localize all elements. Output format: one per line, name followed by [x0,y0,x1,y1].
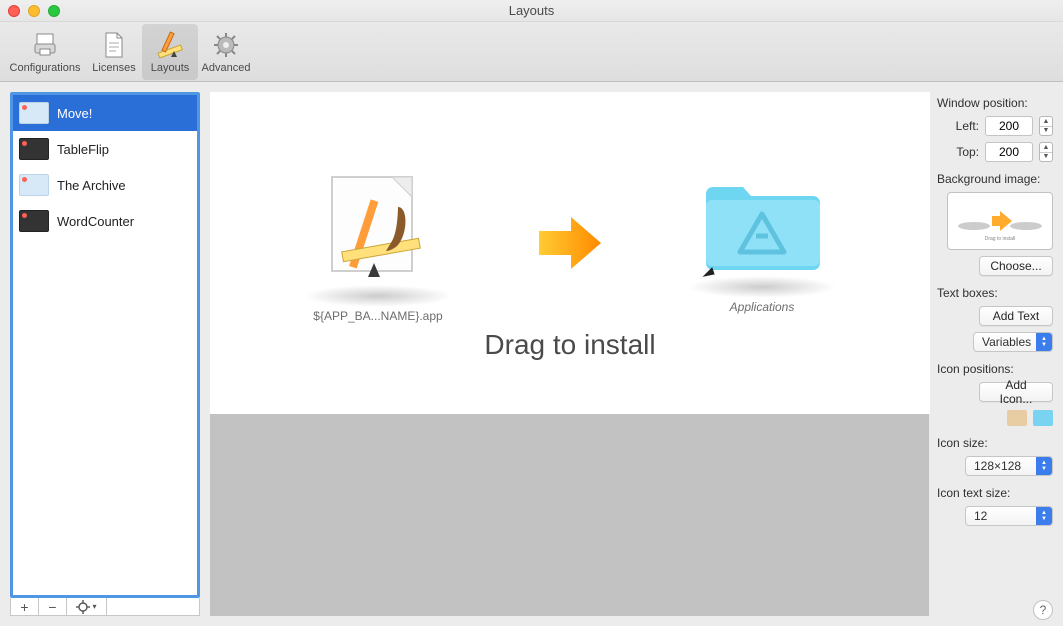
toolbar-label: Layouts [151,62,190,74]
document-icon [99,30,129,60]
layout-actions-menu[interactable]: ▾ [67,598,107,615]
generic-app-icon [314,163,442,291]
background-image-label: Background image: [937,172,1053,186]
icon-size-popup[interactable]: 128×128 [965,456,1053,476]
layout-thumb-icon [19,102,49,124]
titlebar: Layouts [0,0,1063,22]
left-label: Left: [956,119,979,133]
layout-list[interactable]: Move! TableFlip The Archive WordCounter [10,92,200,598]
window-title: Layouts [509,3,555,18]
text-boxes-label: Text boxes: [937,286,1053,300]
toolbar-layouts[interactable]: Layouts [142,24,198,80]
variables-popup-label: Variables [982,335,1031,349]
toolbar: Configurations Licenses Layouts Advanced [0,22,1063,82]
remove-layout-button[interactable]: − [39,598,67,615]
sidebar-footer-spacer [107,598,199,615]
add-layout-button[interactable]: + [11,598,39,615]
drag-to-install-text: Drag to install [484,329,655,361]
icon-size-label: Icon size: [937,436,1053,450]
toolbar-label: Licenses [92,62,135,74]
zoom-window-button[interactable] [48,5,60,17]
help-button[interactable]: ? [1033,600,1053,620]
applications-folder-icon [698,172,826,282]
left-stepper[interactable]: ▲▼ [1039,116,1053,136]
icon-positions-label: Icon positions: [937,362,1053,376]
shadow [687,276,837,298]
background-image-well[interactable]: Drag to install [947,192,1053,250]
list-item[interactable]: TableFlip [13,131,197,167]
list-item-label: Move! [57,106,92,121]
close-window-button[interactable] [8,5,20,17]
gear-icon [211,30,241,60]
list-item[interactable]: Move! [13,95,197,131]
app-filename-label: ${APP_BA...NAME}.app [313,309,442,323]
layout-canvas[interactable]: ${APP_BA...NAME}.app Applications [210,92,930,414]
background-thumb-icon: Drag to install [950,196,1050,246]
icon-text-size-value: 12 [974,509,987,523]
left-input[interactable] [985,116,1033,136]
popup-arrows-icon [1036,457,1052,475]
sidebar: Move! TableFlip The Archive WordCounter … [10,92,200,616]
inspector-panel: Window position: Left: ▲▼ Top: ▲▼ Backgr… [933,82,1063,626]
toolbar-configurations[interactable]: Configurations [4,24,86,80]
toolbar-advanced[interactable]: Advanced [198,24,254,80]
layout-thumb-icon [19,138,49,160]
window-position-label: Window position: [937,96,1053,110]
app-mini-icon[interactable] [1007,410,1027,426]
apps-mini-icon[interactable] [1033,410,1053,426]
variables-popup[interactable]: Variables [973,332,1053,352]
add-icon-button[interactable]: Add Icon... [979,382,1053,402]
add-text-button[interactable]: Add Text [979,306,1053,326]
shadow [303,285,453,307]
main-area: Move! TableFlip The Archive WordCounter … [0,82,1063,626]
gear-icon [76,600,90,614]
arrow-right-icon [533,211,607,275]
list-item-label: The Archive [57,178,126,193]
toolbar-licenses[interactable]: Licenses [86,24,142,80]
applications-label: Applications [730,300,795,314]
top-stepper[interactable]: ▲▼ [1039,142,1053,162]
top-input[interactable] [985,142,1033,162]
printer-icon [30,30,60,60]
choose-background-button[interactable]: Choose... [979,256,1053,276]
layout-thumb-icon [19,210,49,232]
icon-size-value: 128×128 [974,459,1021,473]
ruler-pencil-icon [155,30,185,60]
sidebar-footer: + − ▾ [10,598,200,616]
app-icon-item[interactable]: ${APP_BA...NAME}.app [293,163,463,323]
applications-folder-item[interactable]: Applications [677,172,847,314]
window-controls [8,5,60,17]
toolbar-label: Advanced [202,62,251,74]
toolbar-label: Configurations [10,62,81,74]
list-item-label: WordCounter [57,214,134,229]
list-item[interactable]: The Archive [13,167,197,203]
list-item[interactable]: WordCounter [13,203,197,239]
popup-arrows-icon [1036,507,1052,525]
canvas-wrapper: ${APP_BA...NAME}.app Applications [210,92,929,616]
icon-text-size-popup[interactable]: 12 [965,506,1053,526]
minimize-window-button[interactable] [28,5,40,17]
top-label: Top: [956,145,979,159]
list-item-label: TableFlip [57,142,109,157]
popup-arrows-icon [1036,333,1052,351]
layout-thumb-icon [19,174,49,196]
icon-text-size-label: Icon text size: [937,486,1053,500]
svg-text:Drag to install: Drag to install [985,236,1016,242]
